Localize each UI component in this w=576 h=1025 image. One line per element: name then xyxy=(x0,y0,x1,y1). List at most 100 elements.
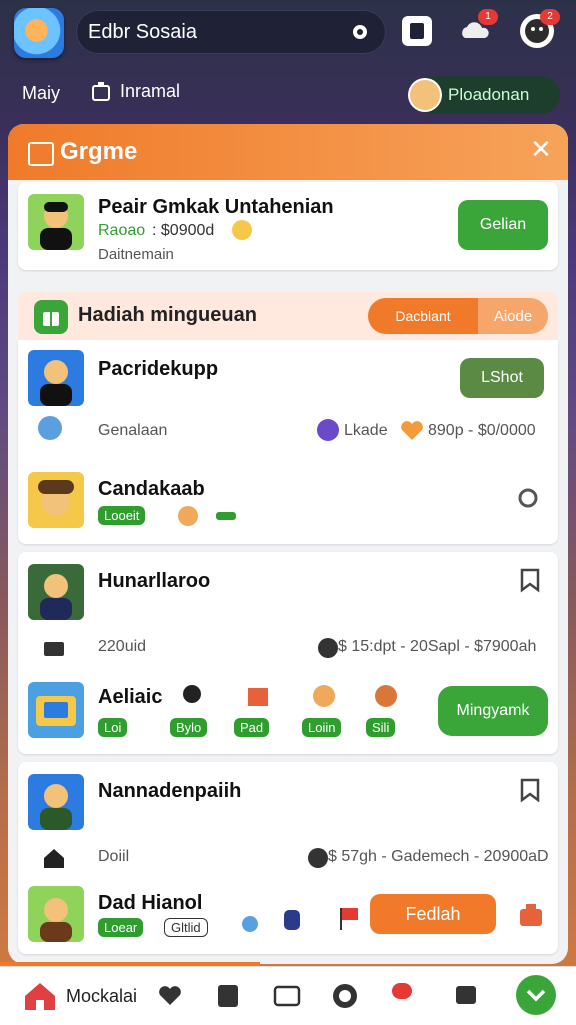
machine-icon xyxy=(40,634,68,662)
cloud-icon[interactable]: 1 xyxy=(458,9,498,48)
card-4-row2-right: $ 57gh - Gademech - 20900aD xyxy=(328,848,549,865)
avatar xyxy=(28,472,84,528)
nav-confirm[interactable] xyxy=(516,975,556,1015)
pill-1: Bylo xyxy=(170,718,208,737)
avatar xyxy=(28,350,84,406)
card-1-detail: Raoao xyxy=(98,222,146,239)
section-title: Hadiah mingueuan xyxy=(78,304,257,326)
nav-home-label: Mockalai xyxy=(66,985,138,1006)
card-4-row2-label: Doiil xyxy=(98,848,130,865)
toggle-right[interactable]: Aiode xyxy=(478,298,548,334)
toggle-left-label: Dacblant xyxy=(395,308,451,324)
card-3-row2-right: $ 15:dpt - 20Sapl - $7900ah xyxy=(338,638,537,655)
heart-icon xyxy=(398,416,426,444)
camera-icon xyxy=(273,985,301,1007)
toggle-left[interactable]: Dacblant xyxy=(368,298,478,334)
avatar xyxy=(28,194,84,250)
search-icon xyxy=(333,984,357,1008)
search-bar[interactable]: Edbr Sosaia xyxy=(76,10,386,54)
avatar xyxy=(28,564,84,620)
bottom-nav: Mockalai xyxy=(0,966,576,1025)
ploadonan-label: Ploadonan xyxy=(448,85,530,104)
building-icon xyxy=(244,682,272,710)
card-2-row1-name: Pacridekupp xyxy=(98,358,219,380)
section-header: Hadiah mingueuan Dacblant Aiode xyxy=(18,292,558,340)
card-3-name: Hunarllaroo xyxy=(98,570,211,592)
card-3-row3-name: Aeliaic xyxy=(98,686,163,708)
list-icon xyxy=(218,985,238,1007)
creature-icon xyxy=(310,682,338,710)
avatar xyxy=(28,886,84,942)
nav-notifications[interactable] xyxy=(390,981,414,1011)
character-icon xyxy=(174,502,202,530)
profile-icon[interactable]: 2 xyxy=(520,9,560,48)
section-toggle[interactable]: Dacblant Aiode xyxy=(368,298,548,334)
card-1-sub: Daitnemain xyxy=(98,246,174,263)
card-3: Hunarllaroo 220uid $ 15:dpt - 20Sapl - $… xyxy=(18,552,558,754)
monkey-icon xyxy=(372,682,400,710)
bird-icon xyxy=(236,910,264,938)
search-text: Edbr Sosaia xyxy=(88,21,197,43)
user-avatar xyxy=(410,80,440,110)
chevron-down-icon xyxy=(526,989,546,1002)
pill-4: Sili xyxy=(366,718,396,737)
toggle-right-label: Aiode xyxy=(493,307,533,325)
backpack-icon xyxy=(278,904,306,932)
mascot-icon xyxy=(36,414,64,442)
pill-3: Loiin xyxy=(302,718,342,737)
card-1-amount: : $0900d xyxy=(152,222,215,239)
home-icon xyxy=(40,844,68,872)
card-2: Pacridekupp LShot Genalaan Lkade 890p - … xyxy=(18,340,558,544)
avatar xyxy=(28,774,84,830)
ploadonan-pill[interactable]: Ploadonan xyxy=(410,76,560,114)
card-4-row3-pill: Loear xyxy=(98,918,144,937)
subnav-item-internal[interactable]: Inramal xyxy=(90,80,180,102)
card-2-row2-middle: Lkade xyxy=(344,422,388,439)
bag-icon xyxy=(92,82,110,101)
nav-search[interactable] xyxy=(330,981,360,1011)
card-2-row2-label: Genalaan xyxy=(98,422,168,439)
main-sheet: Grgme ✕ Peair Gmkak Untahenian Raoao : $… xyxy=(8,124,568,964)
app-logo[interactable] xyxy=(14,8,64,58)
card-4-row3-name: Dad Hianol xyxy=(98,892,203,914)
fedlah-button[interactable]: Fedlah xyxy=(370,894,496,934)
notes-icon[interactable] xyxy=(400,14,434,48)
subnav-item-label: Inramal xyxy=(120,80,181,101)
gelian-button[interactable]: Gelian xyxy=(458,200,548,250)
nav-favorites[interactable] xyxy=(156,981,184,1011)
document-icon xyxy=(28,142,54,166)
card-1-name: Peair Gmkak Untahenian xyxy=(98,196,334,218)
card-4: Nannadenpaiih Doiil $ 57gh - Gademech - … xyxy=(18,762,558,954)
close-icon: ✕ xyxy=(530,134,552,164)
nav-camera[interactable] xyxy=(272,981,302,1011)
profile-badge: 2 xyxy=(540,9,560,25)
gift-icon xyxy=(34,300,68,334)
mingyamk-button[interactable]: Mingyamk xyxy=(438,686,548,736)
card-4-name: Nannadenpaiih xyxy=(98,780,242,802)
card-2-row2-right: 890p - $0/0000 xyxy=(428,422,536,439)
pill-2: Pad xyxy=(234,718,270,737)
heart-icon xyxy=(159,986,181,1005)
sheet-title: Grgme xyxy=(60,138,138,165)
close-button[interactable]: ✕ xyxy=(526,134,556,164)
notification-icon xyxy=(392,983,412,999)
pill-0: Loi xyxy=(98,718,128,737)
subnav-item-maiy[interactable]: Maiy xyxy=(22,83,60,104)
sheet-header: Grgme ✕ xyxy=(8,124,568,180)
lshot-button[interactable]: LShot xyxy=(460,358,544,398)
settings-icon[interactable] xyxy=(348,20,372,44)
flag-icon xyxy=(334,904,362,932)
bookmark-icon[interactable] xyxy=(516,776,544,804)
card-4-row3-pill2: Gltlid xyxy=(164,918,208,937)
card-1: Peair Gmkak Untahenian Raoao : $0900d Da… xyxy=(18,182,558,270)
chat-icon[interactable] xyxy=(514,484,542,512)
briefcase-icon[interactable] xyxy=(516,900,544,928)
bookmark-icon[interactable] xyxy=(516,566,544,594)
card-2-row3-name: Candakaab xyxy=(98,478,205,500)
nav-menu[interactable] xyxy=(452,981,480,1011)
menu-icon xyxy=(456,986,476,1004)
blaster-icon xyxy=(212,502,240,530)
nav-home[interactable]: Mockalai xyxy=(22,981,137,1011)
nav-list[interactable] xyxy=(214,981,242,1011)
monster-icon xyxy=(314,416,342,444)
